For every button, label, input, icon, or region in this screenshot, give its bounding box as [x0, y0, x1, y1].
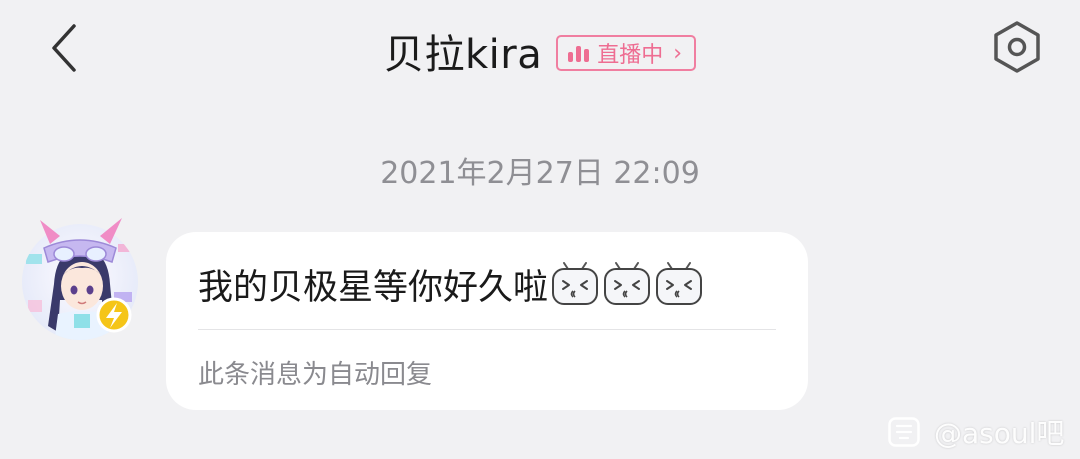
live-bars-icon [568, 44, 590, 62]
message-text: 我的贝极星等你好久啦 [198, 267, 549, 308]
tv-laugh-emoji-icon [604, 262, 651, 305]
settings-button[interactable] [990, 20, 1044, 74]
auto-reply-note: 此条消息为自动回复 [198, 360, 433, 390]
tieba-logo-icon [888, 417, 920, 447]
top-nav-bar: 贝拉kira 直播中 › [0, 0, 1080, 100]
live-status-badge[interactable]: 直播中 › [556, 35, 697, 71]
message-content: 我的贝极星等你好久啦 [198, 258, 788, 310]
title-area: 贝拉kira 直播中 › [0, 22, 1080, 80]
chevron-right-icon: › [673, 40, 683, 66]
bubble-divider [198, 329, 776, 330]
conversation-title: 贝拉kira [383, 32, 543, 78]
avatar-image [22, 218, 138, 340]
hexagon-gear-icon [994, 21, 1040, 73]
tv-laugh-emoji-icon [656, 262, 703, 305]
avatar[interactable] [18, 214, 146, 344]
lightning-badge-icon [96, 297, 132, 333]
message-timestamp: 2021年2月27日 22:09 [380, 156, 700, 191]
watermark-text: @asoul吧 [934, 417, 1065, 450]
watermark: @asoul吧 [888, 412, 1064, 452]
tv-laugh-emoji-icon [552, 262, 599, 305]
live-label: 直播中 [597, 43, 664, 68]
message-bubble[interactable]: 我的贝极星等你好久啦 此条消息为自动回复 [166, 232, 808, 410]
